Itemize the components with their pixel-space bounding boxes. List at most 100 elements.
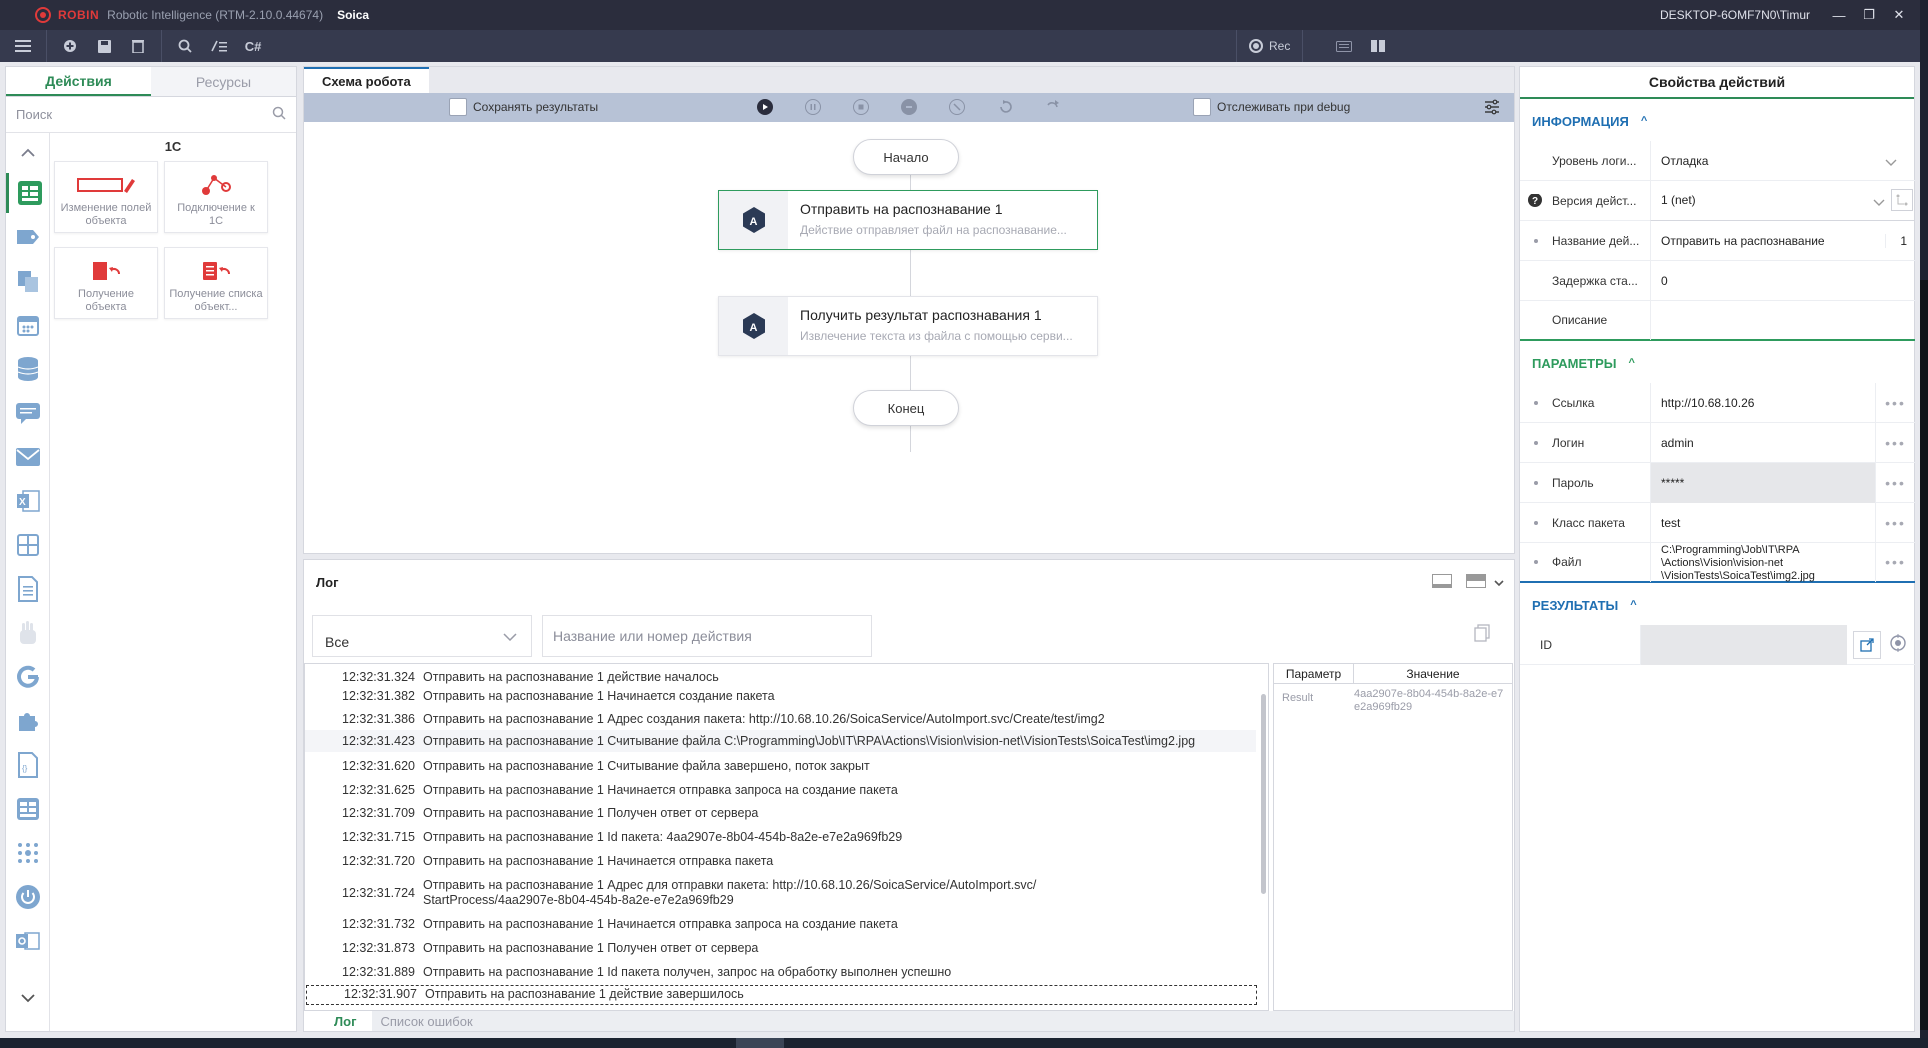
copy-icon[interactable] (6, 261, 50, 301)
search-icon[interactable] (168, 30, 202, 62)
flow-node[interactable]: A Получить результат распознавания 1 Изв… (718, 296, 1098, 356)
tag-icon[interactable] (6, 217, 50, 257)
file-field[interactable]: C:\Programming\Job\IT\RPA \Actions\Visio… (1650, 542, 1875, 582)
menu-icon[interactable] (6, 30, 40, 62)
actions-search-input[interactable]: Поиск (6, 97, 296, 133)
log-list[interactable]: 12:32:31.324 Отправить на распознавание 1… (304, 663, 1269, 1011)
log-row[interactable]: 12:32:31.709 Отправить на распознавание 1… (305, 806, 1256, 821)
log-row[interactable]: 12:32:31.386 Отправить на распознавание 1… (305, 712, 1256, 727)
results-section-header[interactable]: РЕЗУЛЬТАТЫ ^ (1520, 585, 1914, 625)
more-button[interactable]: ••• (1875, 462, 1915, 503)
info-section-header[interactable]: ИНФОРМАЦИЯ ^ (1520, 101, 1914, 141)
json-file-icon[interactable]: {} (6, 745, 50, 785)
chevron-down-icon[interactable] (1494, 575, 1504, 590)
log-row[interactable]: 12:32:31.620 Отправить на распознавание 1… (305, 759, 1256, 774)
log-scrollbar[interactable] (1261, 694, 1266, 894)
target-icon[interactable] (1889, 634, 1911, 655)
copy-icon[interactable] (1474, 624, 1490, 645)
table-icon[interactable] (6, 525, 50, 565)
dots-grid-icon[interactable] (6, 833, 50, 873)
link-field[interactable]: http://10.68.10.26 (1650, 382, 1875, 423)
document-icon[interactable] (6, 569, 50, 609)
database-icon[interactable] (6, 349, 50, 389)
google-icon[interactable] (6, 657, 50, 697)
log-row[interactable]: 12:32:31.907 Отправить на распознавание 1… (306, 985, 1257, 1005)
tab-error-list[interactable]: Список ошибок (372, 1011, 488, 1031)
log-row[interactable]: 12:32:31.625 Отправить на распознавание 1… (305, 783, 1256, 798)
tab-actions[interactable]: Действия (6, 67, 151, 96)
more-button[interactable]: ••• (1875, 542, 1915, 582)
step-back-icon[interactable] (997, 99, 1013, 115)
action-card[interactable]: Подключение к 1С (164, 161, 268, 233)
action-card[interactable]: Изменение полей объекта (54, 161, 158, 233)
save-icon[interactable] (87, 30, 121, 62)
log-row[interactable]: 12:32:31.873 Отправить на распознавание 1… (305, 941, 1256, 956)
taskbar-item[interactable] (736, 1038, 784, 1048)
close-button[interactable]: ✕ (1884, 7, 1914, 23)
cancel-icon[interactable] (901, 99, 917, 115)
start-node[interactable]: Начало (853, 139, 959, 175)
id-field[interactable] (1640, 624, 1847, 665)
version-picker-icon[interactable] (1891, 189, 1913, 214)
pause-icon[interactable] (805, 99, 821, 115)
package-class-field[interactable]: test (1650, 502, 1875, 543)
log-row[interactable]: 12:32:31.889 Отправить на распознавание 1… (305, 965, 1256, 980)
power-icon[interactable] (6, 877, 50, 917)
keyboard-icon[interactable] (1327, 30, 1361, 62)
outlook-icon[interactable] (6, 921, 50, 961)
log-row[interactable]: 12:32:31.724 Отправить на распознавание 1… (305, 878, 1256, 908)
help-icon[interactable]: ? (1528, 193, 1542, 208)
new-icon[interactable] (53, 30, 87, 62)
hand-icon[interactable] (6, 613, 50, 653)
excel-icon[interactable]: X (6, 481, 50, 521)
book-icon[interactable] (1361, 30, 1395, 62)
stop-icon[interactable] (853, 99, 869, 115)
minimize-button[interactable]: — (1824, 8, 1854, 23)
mail-icon[interactable] (6, 437, 50, 477)
record-button[interactable]: Rec (1236, 30, 1304, 62)
more-button[interactable]: ••• (1875, 422, 1915, 463)
more-button[interactable]: ••• (1875, 502, 1915, 543)
log-row[interactable]: 12:32:31.720 Отправить на распознавание 1… (305, 854, 1256, 869)
log-row[interactable]: 12:32:31.423 Отправить на распознавание 1… (305, 730, 1256, 752)
tab-resources[interactable]: Ресурсы (151, 67, 296, 96)
tab-log[interactable]: Лог (304, 1011, 373, 1031)
description-field[interactable] (1650, 300, 1915, 340)
param-row[interactable]: Result 4aa2907e-8b04-454b-8a2e-e7e2a969f… (1274, 684, 1512, 714)
log-level-select[interactable]: Все (312, 615, 532, 657)
delete-icon[interactable] (121, 30, 155, 62)
action-name-field[interactable]: Отправить на распознавание 1 (1650, 220, 1915, 261)
category-1c-icon[interactable] (6, 173, 50, 213)
log-row[interactable]: 12:32:31.324 Отправить на распознавание 1… (305, 670, 1256, 685)
action-card[interactable]: Получение объекта (54, 247, 158, 319)
settings-sliders-icon[interactable] (1484, 99, 1500, 118)
delay-field[interactable]: 0 (1650, 260, 1915, 301)
calendar-icon[interactable] (6, 305, 50, 345)
flow-canvas[interactable]: Начало A Отправить на распознавание 1 Де… (304, 122, 1514, 553)
restore-button[interactable]: ❐ (1854, 7, 1884, 23)
window-scrollbar[interactable] (1920, 280, 1928, 1030)
block-icon[interactable] (949, 99, 965, 115)
grid-list-icon[interactable] (6, 789, 50, 829)
scroll-up-icon[interactable] (6, 133, 50, 173)
version-select[interactable]: 1 (net) (1650, 180, 1915, 221)
debug-track-checkbox[interactable]: Отслеживать при debug (1193, 98, 1350, 116)
csharp-button[interactable]: C# (236, 30, 270, 62)
dock-top-icon[interactable] (1466, 574, 1486, 591)
dock-bottom-icon[interactable] (1432, 574, 1452, 591)
more-button[interactable]: ••• (1875, 382, 1915, 423)
action-card[interactable]: Получение списка объект... (164, 247, 268, 319)
message-icon[interactable] (6, 393, 50, 433)
flow-node[interactable]: A Отправить на распознавание 1 Действие … (718, 190, 1098, 250)
password-field[interactable]: ***** (1650, 462, 1875, 503)
edit-list-icon[interactable] (202, 30, 236, 62)
scroll-down-icon[interactable] (6, 978, 50, 1018)
tab-robot-schema[interactable]: Схема робота (304, 67, 429, 93)
log-row[interactable]: 12:32:31.732 Отправить на распознавание 1… (305, 917, 1256, 932)
log-row[interactable]: 12:32:31.715 Отправить на распознавание 1… (305, 830, 1256, 845)
play-icon[interactable] (757, 99, 773, 115)
log-level-select[interactable]: Отладка (1650, 140, 1915, 181)
log-row[interactable]: 12:32:31.382 Отправить на распознавание 1… (305, 689, 1256, 704)
export-icon[interactable] (1853, 630, 1881, 659)
log-search-input[interactable]: Название или номер действия (542, 615, 872, 657)
